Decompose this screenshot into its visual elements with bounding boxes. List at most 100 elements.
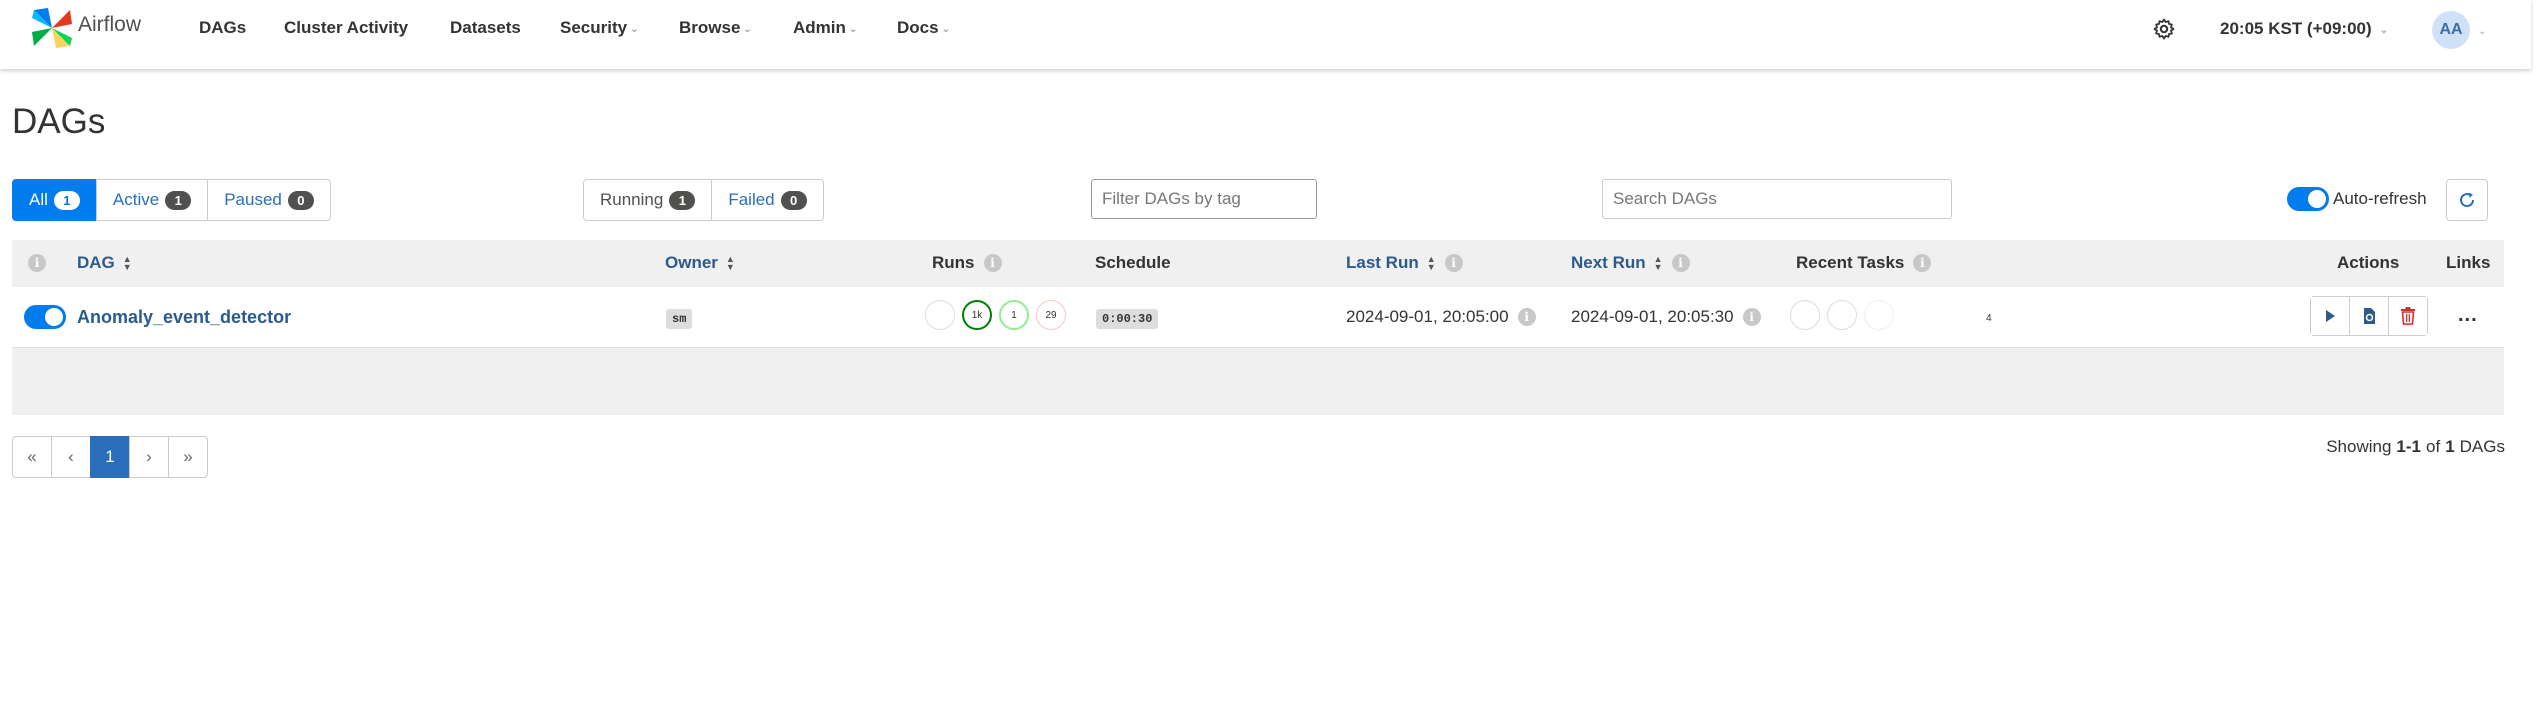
info-icon: i xyxy=(28,254,46,272)
column-links: Links xyxy=(2446,253,2490,273)
first-page-button[interactable]: « xyxy=(12,436,52,478)
showing-prefix: Showing xyxy=(2326,437,2392,456)
clock-text: 20:05 KST (+09:00) xyxy=(2220,19,2372,38)
nav-dags[interactable]: DAGs xyxy=(199,18,246,38)
nav-datasets[interactable]: Datasets xyxy=(450,18,521,38)
owner-tag[interactable]: sm xyxy=(666,309,693,329)
showing-total: 1 xyxy=(2445,437,2455,456)
column-runs: Runs i xyxy=(932,253,1002,273)
filter-active-button[interactable]: Active 1 xyxy=(95,179,209,221)
table-row: Anomaly_event_detector sm 1k 1 29 0:00:3… xyxy=(12,288,2504,348)
info-icon: i xyxy=(1671,254,1690,272)
run-status-failed[interactable]: 29 xyxy=(1036,300,1066,330)
nav-admin[interactable]: Admin ⌄ xyxy=(793,18,857,38)
info-icon: i xyxy=(1517,308,1536,326)
column-actions: Actions xyxy=(2337,253,2399,273)
filter-paused-button[interactable]: Paused 0 xyxy=(207,179,331,221)
delete-dag-button[interactable] xyxy=(2389,297,2427,335)
links-menu-button[interactable]: ... xyxy=(2458,305,2478,325)
column-label: Owner xyxy=(665,253,718,272)
refresh-button[interactable] xyxy=(2446,179,2488,221)
dag-table-header: i DAG ▲ ▼ Owner ▲ ▼ Runs i Schedule Last R… xyxy=(12,240,2504,287)
chevron-down-icon: ⌄ xyxy=(941,24,950,35)
filter-all-button[interactable]: All 1 xyxy=(12,179,97,221)
showing-summary: Showing 1-1 of 1 DAGs xyxy=(2326,437,2505,457)
filter-label: Failed xyxy=(728,190,775,209)
showing-of: of xyxy=(2426,437,2441,456)
nav-label: Security xyxy=(560,18,628,37)
column-recent-tasks: Recent Tasks i xyxy=(1796,253,1932,273)
play-icon xyxy=(2326,310,2335,322)
column-label: Next Run xyxy=(1571,253,1646,272)
page-scrollbar[interactable] xyxy=(2531,0,2546,716)
column-label: Schedule xyxy=(1095,253,1171,272)
toggle-knob xyxy=(2308,190,2326,208)
info-icon: i xyxy=(1913,254,1932,272)
task-status-circle[interactable] xyxy=(1790,300,1820,330)
status-filter-group: All 1 Active 1 Paused 0 xyxy=(12,179,331,221)
filter-label: Running xyxy=(600,190,664,209)
brand-name: Airflow xyxy=(78,13,142,36)
filter-failed-button[interactable]: Failed 0 xyxy=(711,179,824,221)
nav-docs[interactable]: Docs ⌄ xyxy=(897,18,950,38)
next-run-text: 2024-09-01, 20:05:30 xyxy=(1571,307,1734,326)
chevron-down-icon: ⌄ xyxy=(2379,25,2389,36)
airflow-logo-link[interactable]: Airflow xyxy=(28,4,141,52)
prev-page-button[interactable]: ‹ xyxy=(51,436,91,478)
sort-icon: ▲ ▼ xyxy=(1426,254,1436,272)
column-label: DAG xyxy=(77,253,115,272)
tag-filter-input[interactable] xyxy=(1091,179,1317,219)
sort-icon: ▲ ▼ xyxy=(122,254,132,272)
top-navbar: Airflow DAGs Cluster Activity Datasets S… xyxy=(0,0,2531,69)
run-filter-group: Running 1 Failed 0 xyxy=(583,179,824,221)
task-status-circle[interactable] xyxy=(1864,300,1894,330)
showing-range: 1-1 xyxy=(2396,437,2421,456)
column-label: Last Run xyxy=(1346,253,1419,272)
auto-refresh-toggle[interactable] xyxy=(2287,187,2329,211)
trigger-dag-button[interactable] xyxy=(2311,297,2350,335)
column-label: Runs xyxy=(932,253,975,272)
run-status-queued[interactable] xyxy=(925,300,955,330)
filter-label: Paused xyxy=(224,190,282,209)
last-run-link[interactable]: 2024-09-01, 20:05:00 xyxy=(1346,307,1509,327)
column-next-run[interactable]: Next Run ▲ ▼ i xyxy=(1571,253,1690,273)
nav-security[interactable]: Security ⌄ xyxy=(560,18,638,38)
filter-running-button[interactable]: Running 1 xyxy=(583,179,713,221)
column-last-run[interactable]: Last Run ▲ ▼ i xyxy=(1346,253,1463,273)
showing-suffix: DAGs xyxy=(2459,437,2505,456)
next-page-button[interactable]: › xyxy=(129,436,169,478)
nav-browse[interactable]: Browse ⌄ xyxy=(679,18,752,38)
info-icon: i xyxy=(1444,254,1463,272)
page-title: DAGs xyxy=(12,102,106,141)
run-status-running[interactable]: 1 xyxy=(999,300,1029,330)
page-1-button[interactable]: 1 xyxy=(90,436,130,478)
nav-cluster-activity[interactable]: Cluster Activity xyxy=(284,18,408,38)
dag-actions xyxy=(2310,296,2428,336)
run-status-success[interactable]: 1k xyxy=(962,300,992,330)
nav-label: Datasets xyxy=(450,18,521,37)
dag-id-link[interactable]: Anomaly_event_detector xyxy=(77,307,291,328)
column-label: Links xyxy=(2446,253,2491,272)
nav-label: Browse xyxy=(679,18,741,37)
last-page-button[interactable]: » xyxy=(168,436,208,478)
count-badge: 1 xyxy=(669,190,696,210)
next-run-cell: 2024-09-01, 20:05:30 i xyxy=(1571,307,1761,327)
reparse-dag-button[interactable] xyxy=(2350,297,2389,335)
column-owner[interactable]: Owner ▲ ▼ xyxy=(665,253,735,273)
trash-icon xyxy=(2401,307,2415,325)
dag-active-toggle[interactable] xyxy=(24,305,66,329)
sort-icon: ▲ ▼ xyxy=(725,254,735,272)
filter-label: All xyxy=(29,190,48,209)
task-status-circle[interactable] xyxy=(1827,300,1857,330)
count-badge: 1 xyxy=(165,190,192,210)
avatar: AA xyxy=(2432,11,2470,49)
search-input[interactable] xyxy=(1602,179,1952,219)
toggle-knob xyxy=(45,308,63,326)
gear-icon[interactable] xyxy=(2152,17,2176,41)
column-dag[interactable]: DAG ▲ ▼ xyxy=(77,253,132,273)
recent-task-count[interactable]: 4 xyxy=(1986,313,1992,324)
user-menu[interactable]: AA ⌄ xyxy=(2432,11,2486,49)
nav-label: Cluster Activity xyxy=(284,18,409,37)
timezone-clock[interactable]: 20:05 KST (+09:00) ⌄ xyxy=(2220,19,2388,39)
auto-refresh-label: Auto-refresh xyxy=(2333,189,2427,208)
